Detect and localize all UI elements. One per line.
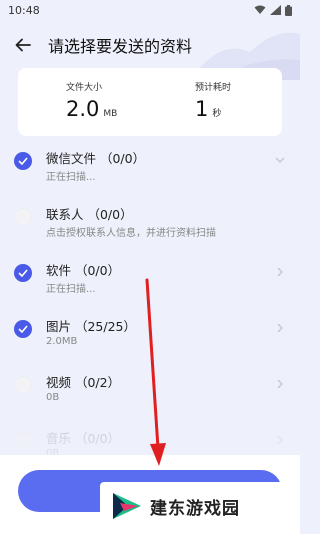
list-item-subtitle: 点击授权联系人信息，并进行资料扫描 — [46, 228, 216, 239]
status-bar: 10:48 — [0, 0, 300, 20]
chevron-right-icon[interactable] — [274, 378, 286, 390]
list-item-title: 图片 （25/25） — [46, 319, 136, 334]
data-type-list: 微信文件 （0/0） 正在扫描... 联系人 （0/0） 点击授权联系人信息，并… — [0, 144, 300, 480]
back-button[interactable] — [12, 34, 34, 56]
chevron-down-icon[interactable] — [274, 154, 286, 166]
chevron-right-icon[interactable] — [274, 322, 286, 334]
checkbox-checked[interactable] — [14, 320, 32, 338]
battery-icon — [285, 4, 292, 16]
chevron-right-icon[interactable] — [274, 434, 286, 446]
list-item-title: 音乐 （0/0） — [46, 431, 121, 446]
checkbox-unchecked[interactable] — [14, 376, 32, 394]
list-item-title: 联系人 （0/0） — [46, 207, 133, 222]
time-label: 预计耗时 — [195, 83, 232, 93]
list-item-subtitle: 0B — [46, 392, 60, 403]
checkmark-icon — [18, 157, 28, 165]
file-size-value: 2.0 — [66, 97, 100, 121]
page-title: 请选择要发送的资料 — [48, 37, 193, 56]
list-item-apps[interactable]: 软件 （0/0） 正在扫描... — [0, 256, 300, 312]
back-arrow-icon — [15, 38, 31, 52]
watermark-logo-icon — [113, 493, 141, 519]
list-item-photos[interactable]: 图片 （25/25） 2.0MB — [0, 312, 300, 368]
checkbox-unchecked[interactable] — [14, 432, 32, 450]
signal-icon — [270, 5, 281, 15]
list-item-title: 软件 （0/0） — [46, 263, 121, 278]
list-item-contacts[interactable]: 联系人 （0/0） 点击授权联系人信息，并进行资料扫描 — [0, 200, 300, 256]
time-unit: 秒 — [212, 109, 222, 119]
watermark: 建东游戏园 — [100, 482, 288, 530]
list-item-videos[interactable]: 视频 （0/2） 0B — [0, 368, 300, 424]
list-item-subtitle: 正在扫描... — [46, 172, 96, 183]
wifi-icon — [254, 5, 266, 14]
list-item-wechat-files[interactable]: 微信文件 （0/0） 正在扫描... — [0, 144, 300, 200]
checkmark-icon — [18, 269, 28, 277]
file-size-summary: 文件大小 2.0 MB — [18, 68, 153, 136]
chevron-right-icon[interactable] — [274, 266, 286, 278]
status-time: 10:48 — [8, 3, 40, 17]
header: 请选择要发送的资料 — [0, 22, 300, 68]
file-size-unit: MB — [103, 109, 118, 119]
watermark-text: 建东游戏园 — [150, 498, 240, 519]
checkbox-unchecked[interactable] — [14, 208, 32, 226]
summary-card: 文件大小 2.0 MB 预计耗时 1 秒 — [18, 68, 282, 136]
list-item-subtitle: 正在扫描... — [46, 284, 96, 295]
file-size-label: 文件大小 — [66, 83, 103, 93]
time-value: 1 — [195, 97, 209, 121]
checkbox-checked[interactable] — [14, 264, 32, 282]
list-item-subtitle: 2.0MB — [46, 336, 78, 347]
time-summary: 预计耗时 1 秒 — [153, 68, 282, 136]
list-item-title: 视频 （0/2） — [46, 375, 121, 390]
list-item-title: 微信文件 （0/0） — [46, 151, 146, 166]
checkmark-icon — [18, 325, 28, 333]
status-icons — [254, 4, 292, 16]
checkbox-checked[interactable] — [14, 152, 32, 170]
